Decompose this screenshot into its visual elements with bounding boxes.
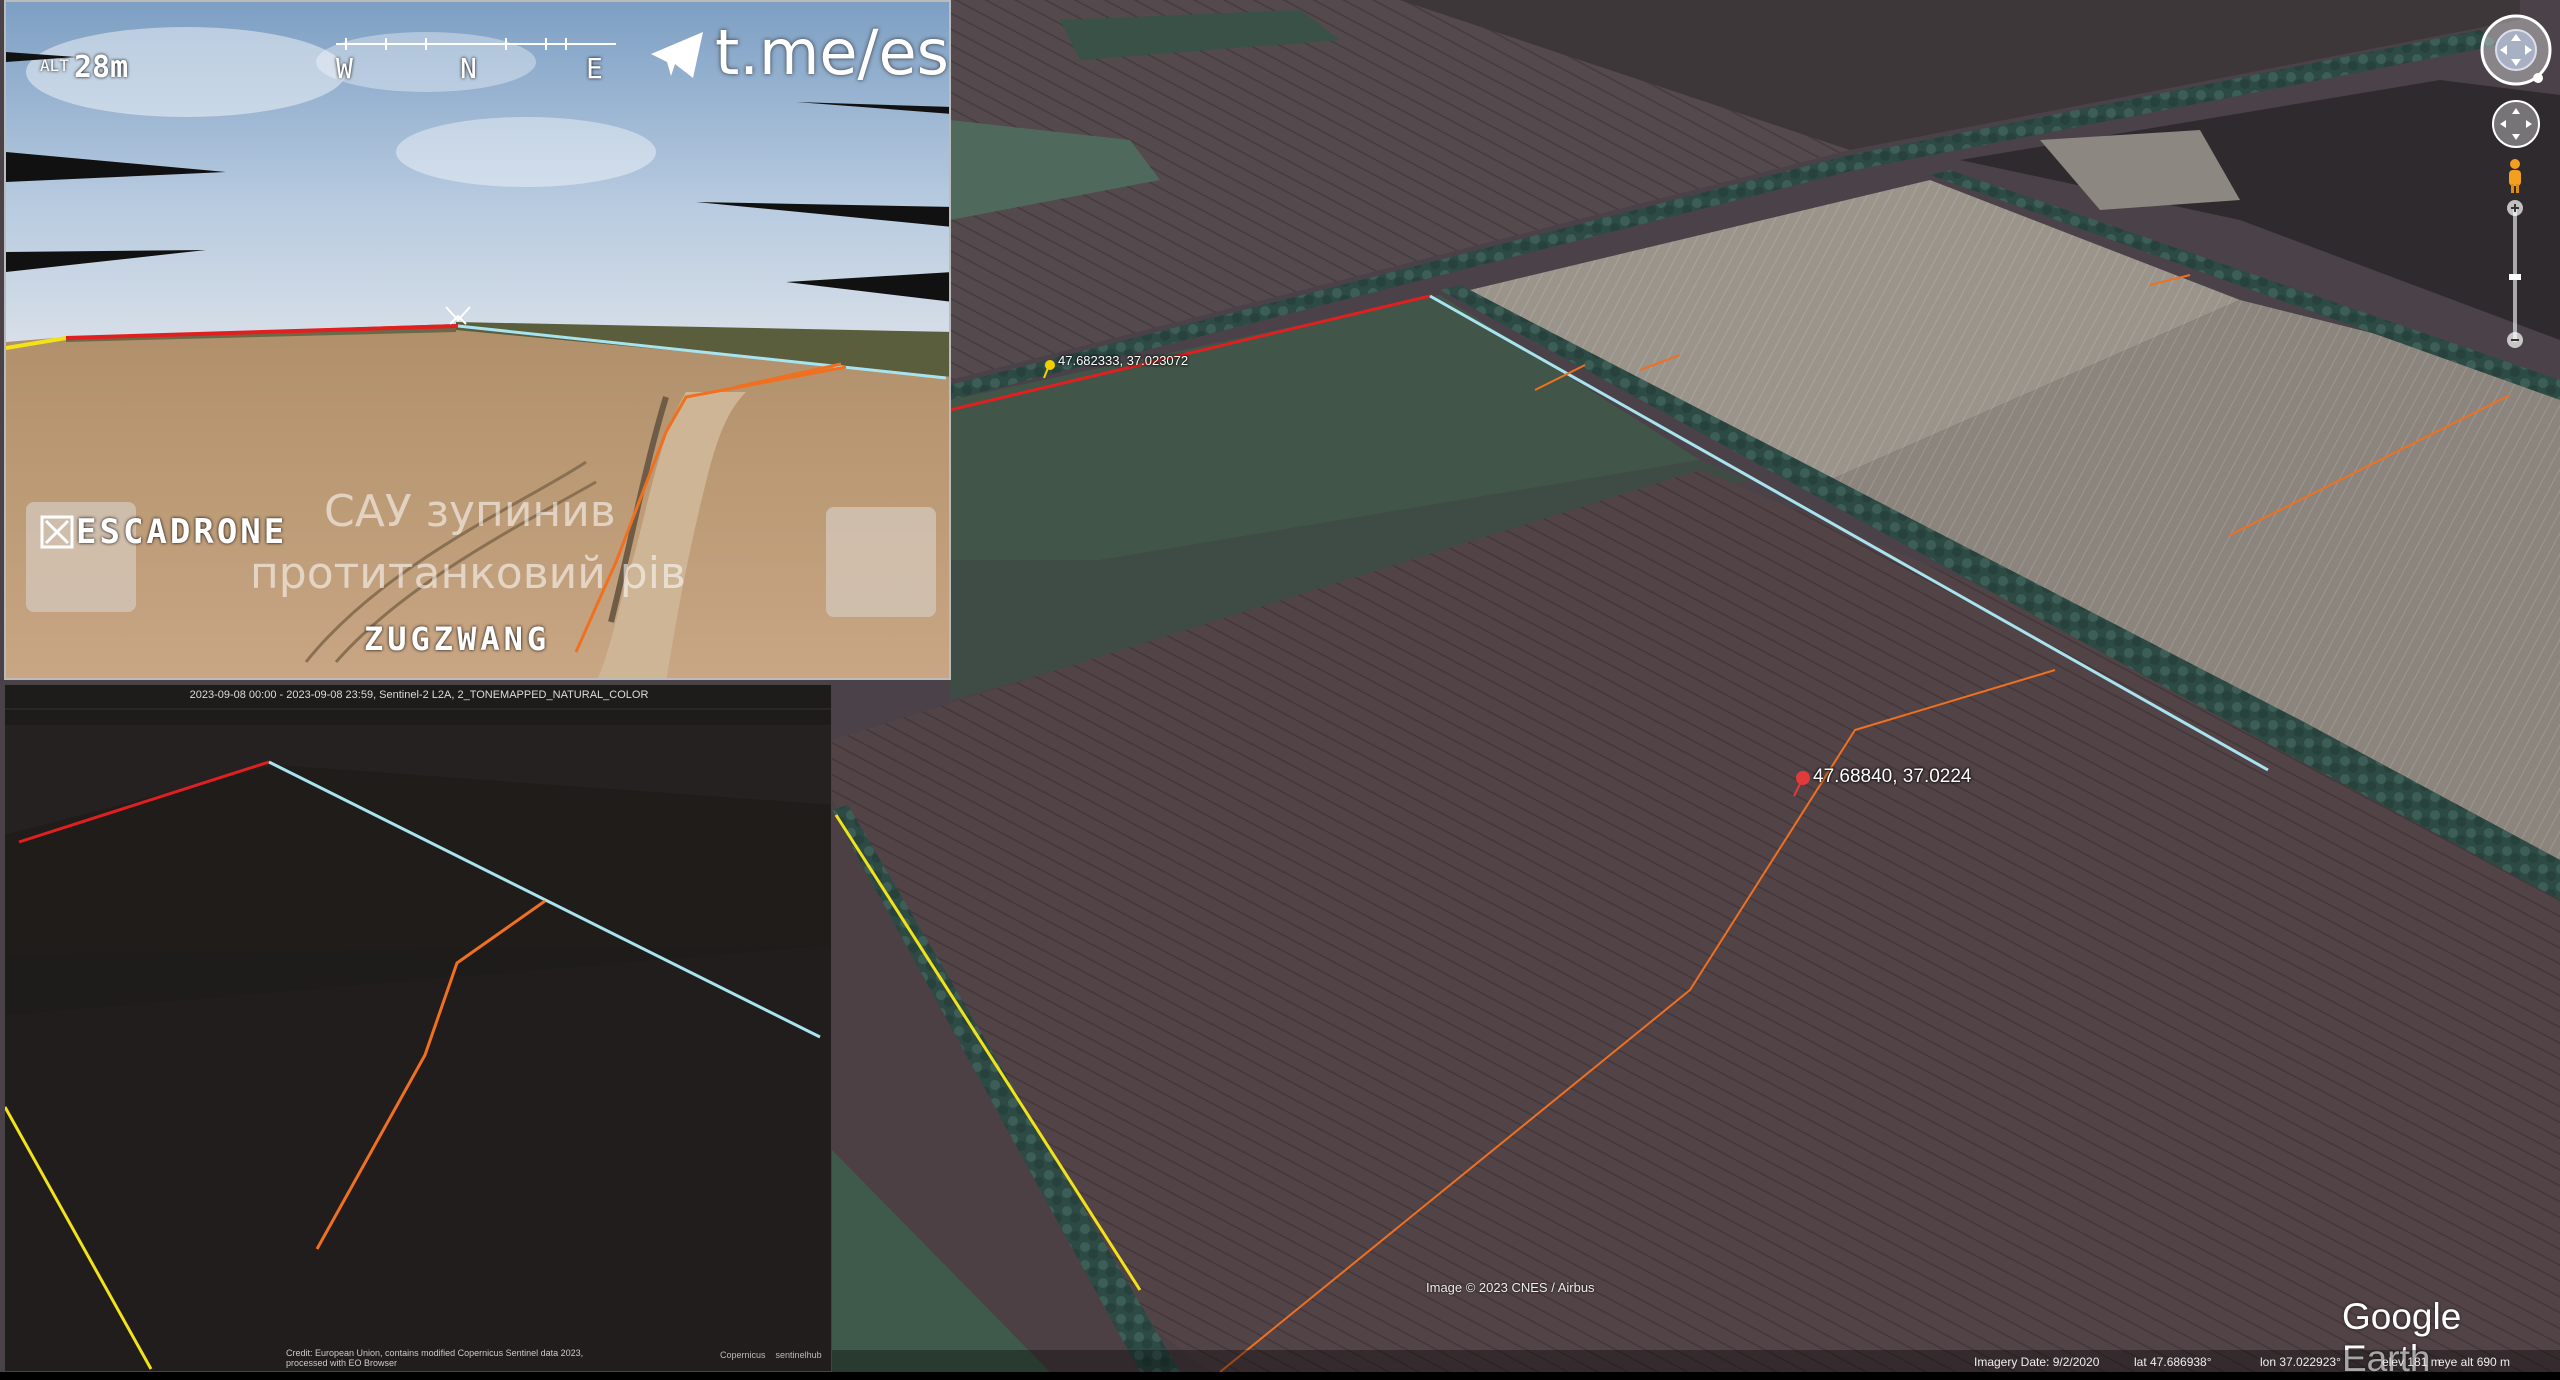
status-bar: Imagery Date: 9/2/2020 lat 47.686938° lo… [832, 1350, 2560, 1372]
escadrone-text: ESCADRONE [76, 512, 288, 552]
copernicus-logo: Copernicus [720, 1350, 766, 1360]
telegram-link-text: t.me/esca [715, 16, 949, 89]
telegram-icon [651, 20, 703, 93]
look-joystick-icon[interactable] [2478, 12, 2554, 93]
compass-n: N [460, 52, 477, 85]
move-joystick-icon[interactable] [2490, 98, 2542, 155]
yellow-pin-label: 47.682333, 37.023072 [1058, 353, 1189, 368]
escadrone-logo: ESCADRONE [40, 512, 287, 552]
red-pin-label: 47.68840, 37.0224 [1813, 766, 1972, 787]
latitude-readout: lat 47.686938° [2134, 1355, 2212, 1369]
sentinel-logos: Copernicus sentinelhub [720, 1350, 822, 1360]
caption-line-2: протитанковий рів [250, 548, 686, 599]
sentinel-date-header: 2023-09-08 00:00 - 2023-09-08 23:59, Sen… [189, 689, 649, 701]
imagery-date: Imagery Date: 9/2/2020 [1974, 1355, 2100, 1369]
sentinelhub-logo: sentinelhub [775, 1350, 822, 1360]
telegram-watermark: t.me/esca [651, 16, 949, 93]
pegman-icon[interactable] [2504, 158, 2526, 199]
sentinel-credit: Credit: European Union, contains modifie… [286, 1348, 616, 1368]
zugzwang-logo: ZUGZWANG [364, 620, 551, 658]
altitude-label: ALT [40, 56, 69, 75]
image-credit: Image © 2023 CNES / Airbus [1426, 1280, 1595, 1295]
zoom-slider[interactable] [2506, 200, 2524, 355]
eye-altitude-readout: eye alt 690 m [2438, 1355, 2511, 1369]
compass-w: W [336, 52, 353, 85]
escadrone-icon [40, 515, 74, 549]
caption-line-1: САУ зупинив [324, 486, 616, 537]
elevation-readout: elev 181 m [2382, 1355, 2441, 1369]
altitude-value: 28m [74, 50, 129, 85]
sentinel-satellite-panel: 2023-09-08 00:00 - 2023-09-08 23:59, Sen… [4, 684, 832, 1372]
drone-video-frame: ALT 28m W N E t.me/esca САУ зупинив прот… [4, 0, 951, 680]
credit-line-2: processed with EO Browser [286, 1358, 398, 1368]
compass-e: E [586, 52, 603, 85]
credit-line-1: Credit: European Union, contains modifie… [286, 1348, 584, 1358]
longitude-readout: lon 37.022923° [2260, 1355, 2341, 1369]
